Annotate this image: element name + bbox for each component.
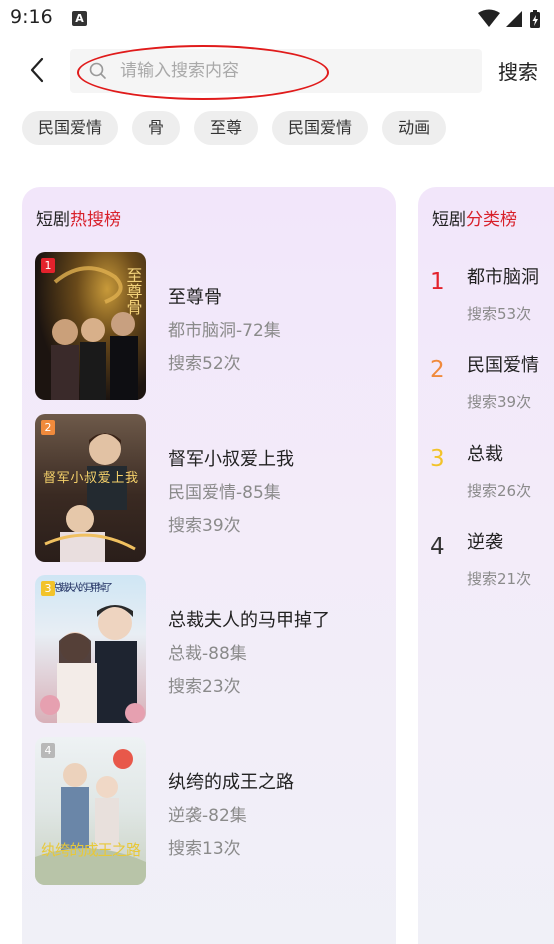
drama-title: 至尊骨 xyxy=(168,287,222,308)
search-icon xyxy=(89,62,106,79)
drama-poster[interactable]: 至尊骨 1 xyxy=(35,252,146,400)
category-list-item[interactable]: 2 民国爱情 搜索39次 xyxy=(430,351,554,421)
poster-art: 纨绔的成王之路 xyxy=(35,749,146,885)
category-name: 都市脑洞 xyxy=(467,267,539,288)
drama-poster[interactable]: 纨绔的成王之路 4 xyxy=(35,737,146,885)
search-button[interactable]: 搜索 xyxy=(498,56,538,85)
search-input[interactable] xyxy=(120,49,460,93)
hot-list-item[interactable]: 纨绔的成王之路 4 纨绔的成王之路 逆袭-82集 搜索13次 xyxy=(35,737,375,885)
tag-item[interactable]: 动画 xyxy=(382,111,447,145)
drama-meta: 都市脑洞-72集 xyxy=(168,321,281,341)
drama-meta: 民国爱情-85集 xyxy=(168,483,281,503)
search-history-tags: 民国爱情 骨 至尊 民国爱情 动画 xyxy=(22,111,447,145)
notification-a-icon: A xyxy=(72,11,87,26)
tag-item[interactable]: 骨 xyxy=(132,111,181,145)
rank-badge: 2 xyxy=(41,420,55,435)
signal-icon xyxy=(506,11,522,27)
back-button[interactable] xyxy=(20,52,54,88)
drama-poster[interactable]: 总裁夫人的马甲掉了 3 xyxy=(35,575,146,723)
drama-meta: 逆袭-82集 xyxy=(168,806,247,826)
category-count: 搜索21次 xyxy=(467,570,532,588)
search-count: 搜索52次 xyxy=(168,354,241,374)
drama-title: 纨绔的成王之路 xyxy=(168,772,294,793)
category-panel-title: 短剧分类榜 xyxy=(432,205,517,230)
category-list-item[interactable]: 1 都市脑洞 搜索53次 xyxy=(430,263,554,333)
status-icons xyxy=(478,9,540,28)
rank-badge: 3 xyxy=(41,581,55,596)
category-count: 搜索39次 xyxy=(467,393,532,411)
hot-panel-title: 短剧热搜榜 xyxy=(36,205,121,230)
category-list-item[interactable]: 4 逆袭 搜索21次 xyxy=(430,528,554,598)
rank-badge: 4 xyxy=(41,743,55,758)
tag-item[interactable]: 至尊 xyxy=(194,111,259,145)
category-name: 民国爱情 xyxy=(467,355,539,376)
drama-title: 总裁夫人的马甲掉了 xyxy=(168,610,330,631)
drama-meta: 总裁-88集 xyxy=(168,644,247,664)
category-count: 搜索53次 xyxy=(467,305,532,323)
search-count: 搜索39次 xyxy=(168,516,241,536)
hot-panel-title-plain: 短剧 xyxy=(36,210,70,230)
drama-title: 督军小叔爱上我 xyxy=(168,449,294,470)
category-panel-title-accent: 分类榜 xyxy=(466,210,517,230)
wifi-icon xyxy=(478,9,500,27)
poster-title-text: 至尊骨 xyxy=(124,267,143,315)
poster-title-text: 总裁夫人的马甲掉了 xyxy=(53,581,113,594)
poster-title-text: 督军小叔爱上我 xyxy=(43,471,138,486)
drama-poster[interactable]: 督军小叔爱上我 2 xyxy=(35,414,146,562)
poster-title-text: 纨绔的成王之路 xyxy=(41,841,141,859)
poster-art: 督军小叔爱上我 xyxy=(43,433,138,562)
category-panel-title-plain: 短剧 xyxy=(432,210,466,230)
search-count: 搜索13次 xyxy=(168,839,241,859)
status-time: 9:16 xyxy=(10,6,53,28)
category-count: 搜索26次 xyxy=(467,482,532,500)
rank-badge: 1 xyxy=(41,258,55,273)
category-list-item[interactable]: 3 总裁 搜索26次 xyxy=(430,440,554,510)
hot-list-item[interactable]: 至尊骨 1 至尊骨 都市脑洞-72集 搜索52次 xyxy=(35,252,375,400)
tag-item[interactable]: 民国爱情 xyxy=(272,111,369,145)
hot-list-item[interactable]: 督军小叔爱上我 2 督军小叔爱上我 民国爱情-85集 搜索39次 xyxy=(35,414,375,562)
category-rank: 4 xyxy=(430,534,445,560)
battery-icon xyxy=(530,10,540,28)
status-bar: 9:16 A xyxy=(0,0,554,38)
page: 9:16 A 搜索 民国爱情 骨 至尊 民国爱情 动画 xyxy=(0,0,554,944)
search-box[interactable] xyxy=(70,49,482,93)
category-rank: 2 xyxy=(430,357,445,383)
category-name: 总裁 xyxy=(467,444,503,465)
category-rank-panel: 短剧分类榜 1 都市脑洞 搜索53次 2 民国爱情 搜索39次 3 总裁 搜索2… xyxy=(418,187,554,944)
hot-search-panel: 短剧热搜榜 至尊骨 1 至尊骨 都市脑洞-72集 搜索52次 督军小叔爱上我 2… xyxy=(22,187,396,944)
category-rank: 1 xyxy=(430,269,445,295)
category-name: 逆袭 xyxy=(467,532,503,553)
category-rank: 3 xyxy=(430,446,445,472)
poster-art: 总裁夫人的马甲掉了 xyxy=(40,581,145,723)
tag-item[interactable]: 民国爱情 xyxy=(22,111,119,145)
poster-art: 至尊骨 xyxy=(51,266,143,400)
hot-panel-title-accent: 热搜榜 xyxy=(70,210,121,230)
hot-list-item[interactable]: 总裁夫人的马甲掉了 3 总裁夫人的马甲掉了 总裁-88集 搜索23次 xyxy=(35,575,375,723)
search-count: 搜索23次 xyxy=(168,677,241,697)
chevron-left-icon xyxy=(30,57,44,83)
